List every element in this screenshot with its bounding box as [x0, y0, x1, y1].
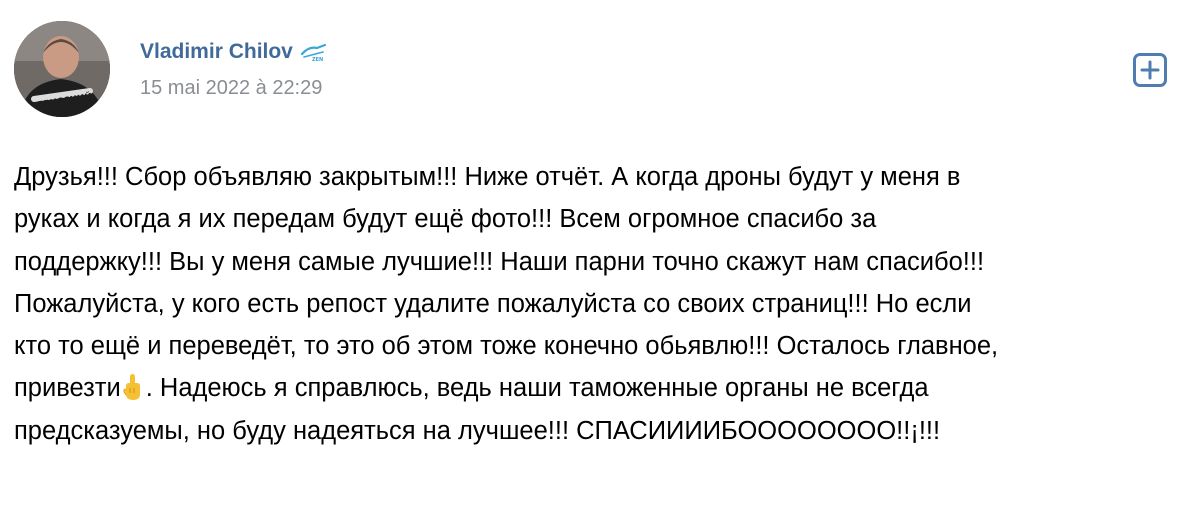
post-text-line-with-emoji: привезти . Надеюсь я справлюсь, ведь наш…	[14, 367, 1189, 409]
post-text-fragment: . Надеюсь я справлюсь, ведь наши таможен…	[145, 374, 929, 403]
add-button[interactable]	[1133, 53, 1167, 87]
post-text: Друзья!!! Сбор объявляю закрытым!!! Ниже…	[14, 156, 1189, 452]
zenit-club-logo-icon: ZEN	[299, 42, 329, 63]
avatar-photo: ЯРУССКИЙ	[14, 21, 110, 117]
post-text-line: Друзья!!! Сбор объявляю закрытым!!! Ниже…	[14, 163, 961, 191]
post-text-line: поддержку!!! Вы у меня самые лучшие!!! Н…	[14, 247, 985, 276]
svg-text:ZEN: ZEN	[312, 57, 323, 62]
plus-square-icon	[1140, 60, 1160, 80]
post-text-line: Пожалуйста, у кого есть репост удалите п…	[14, 289, 972, 318]
post-text-line: руках и когда я их передам будут ещё фот…	[14, 205, 877, 234]
author-row: Vladimir Chilov ZEN	[140, 40, 329, 64]
avatar[interactable]: ЯРУССКИЙ	[14, 21, 110, 117]
author-name[interactable]: Vladimir Chilov	[140, 40, 293, 64]
post-date[interactable]: 15 mai 2022 à 22:29	[140, 77, 322, 100]
post-text-fragment: привезти	[14, 374, 121, 403]
post-card: ЯРУССКИЙ Vladimir Chilov ZEN 15 mai 2022…	[0, 0, 1200, 506]
post-text-line: предсказуемы, но буду надеяться на лучше…	[14, 416, 941, 445]
pointing-up-hand-emoji-icon	[122, 372, 144, 401]
post-text-line: кто то ещё и переведёт, то это об этом т…	[14, 332, 999, 361]
